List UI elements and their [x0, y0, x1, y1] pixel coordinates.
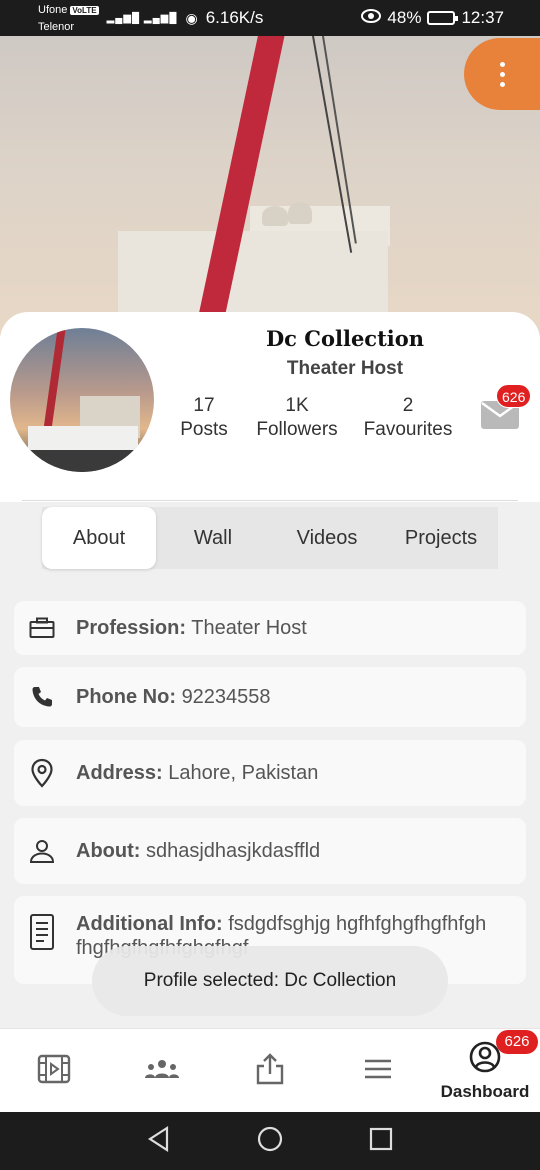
briefcase-icon	[28, 614, 56, 642]
stat-followers[interactable]: 1K Followers	[250, 394, 344, 442]
profession-text: Profession: Theater Host	[76, 616, 307, 640]
additional-label: Additional Info:	[76, 913, 223, 935]
signal-icon: ▂▄▆█ ▂▄▆█	[106, 12, 178, 24]
toast-message: Profile selected: Dc Collection	[92, 946, 448, 1016]
cover-photo	[0, 36, 540, 336]
status-bar: Ufone VoLTE Telenor ▂▄▆█ ▂▄▆█ ◉ 6.16K/s …	[0, 0, 540, 36]
wifi-icon: ◉	[185, 9, 198, 26]
more-vertical-icon	[499, 61, 505, 87]
tab-about[interactable]: About	[42, 507, 156, 569]
profile-role: Theater Host	[286, 358, 404, 379]
location-pin-icon	[28, 758, 56, 788]
about-text: About: sdhasjdhasjkdasffld	[76, 839, 320, 863]
profile-name: Dc Collection	[265, 326, 425, 351]
more-options-button[interactable]	[464, 38, 540, 110]
stat-favourites-value: 2	[402, 395, 414, 416]
phone-text: Phone No: 92234558	[76, 685, 271, 709]
battery-percent: 48%	[387, 8, 422, 27]
stat-favourites-label: Favourites	[363, 419, 453, 440]
status-right: 48% 12:37	[361, 8, 504, 28]
film-icon	[37, 1052, 71, 1091]
address-text: Address: Lahore, Pakistan	[76, 761, 318, 785]
profession-label: Profession:	[76, 617, 187, 639]
phone-row: Phone No: 92234558	[14, 667, 526, 727]
phone-icon	[28, 683, 56, 711]
battery-icon	[427, 11, 459, 25]
stat-posts-value: 17	[193, 395, 215, 416]
share-upload-icon	[253, 1052, 287, 1091]
mail-badge: 626	[496, 384, 532, 408]
clock: 12:37	[461, 8, 504, 27]
person-icon	[28, 837, 56, 865]
about-label: About:	[76, 840, 141, 862]
divider	[22, 500, 518, 501]
about-value: sdhasjdhasjkdasffld	[145, 840, 321, 862]
nav-menu[interactable]	[344, 1029, 412, 1113]
tab-wall[interactable]: Wall	[156, 507, 270, 569]
nav-dashboard-label: Dashboard	[440, 1081, 530, 1101]
address-value: Lahore, Pakistan	[168, 762, 319, 784]
dashboard-badge: 626	[496, 1030, 538, 1054]
back-icon[interactable]	[147, 1125, 171, 1157]
carrier-1: Ufone	[38, 3, 68, 16]
eye-icon	[361, 8, 382, 28]
stat-favourites[interactable]: 2 Favourites	[356, 394, 460, 442]
stat-followers-label: Followers	[256, 419, 338, 440]
tab-projects[interactable]: Projects	[384, 507, 498, 569]
stat-followers-value: 1K	[285, 395, 309, 416]
phone-value: 92234558	[181, 686, 271, 708]
address-label: Address:	[76, 762, 163, 784]
network-speed: 6.16K/s	[205, 8, 264, 27]
document-icon	[28, 912, 56, 952]
profession-value: Theater Host	[191, 617, 307, 639]
nav-community[interactable]	[128, 1029, 196, 1113]
stat-posts[interactable]: 17 Posts	[172, 394, 236, 442]
phone-label: Phone No:	[76, 686, 176, 708]
avatar[interactable]	[10, 328, 154, 472]
stat-posts-label: Posts	[180, 419, 228, 440]
group-icon	[143, 1058, 181, 1085]
recents-icon[interactable]	[369, 1127, 393, 1156]
profession-row: Profession: Theater Host	[14, 601, 526, 655]
about-row: About: sdhasjdhasjkdasffld	[14, 818, 526, 884]
tab-videos[interactable]: Videos	[270, 507, 384, 569]
profile-tabs: About Wall Videos Projects	[42, 507, 498, 569]
status-left: Ufone VoLTE Telenor ▂▄▆█ ▂▄▆█ ◉ 6.16K/s	[38, 2, 263, 35]
bottom-nav: Dashboard	[0, 1028, 540, 1112]
nav-videos[interactable]	[20, 1029, 88, 1113]
profile-card: Dc Collection Theater Host 17 Posts 1K F…	[0, 312, 540, 502]
home-icon[interactable]	[257, 1126, 283, 1157]
address-row: Address: Lahore, Pakistan	[14, 740, 526, 806]
system-nav-bar	[0, 1112, 540, 1170]
carrier-names: Ufone VoLTE Telenor	[38, 2, 99, 35]
nav-share[interactable]	[236, 1029, 304, 1113]
carrier-2: Telenor	[38, 20, 75, 33]
volte-tag: VoLTE	[70, 5, 99, 15]
hamburger-icon	[363, 1058, 393, 1085]
